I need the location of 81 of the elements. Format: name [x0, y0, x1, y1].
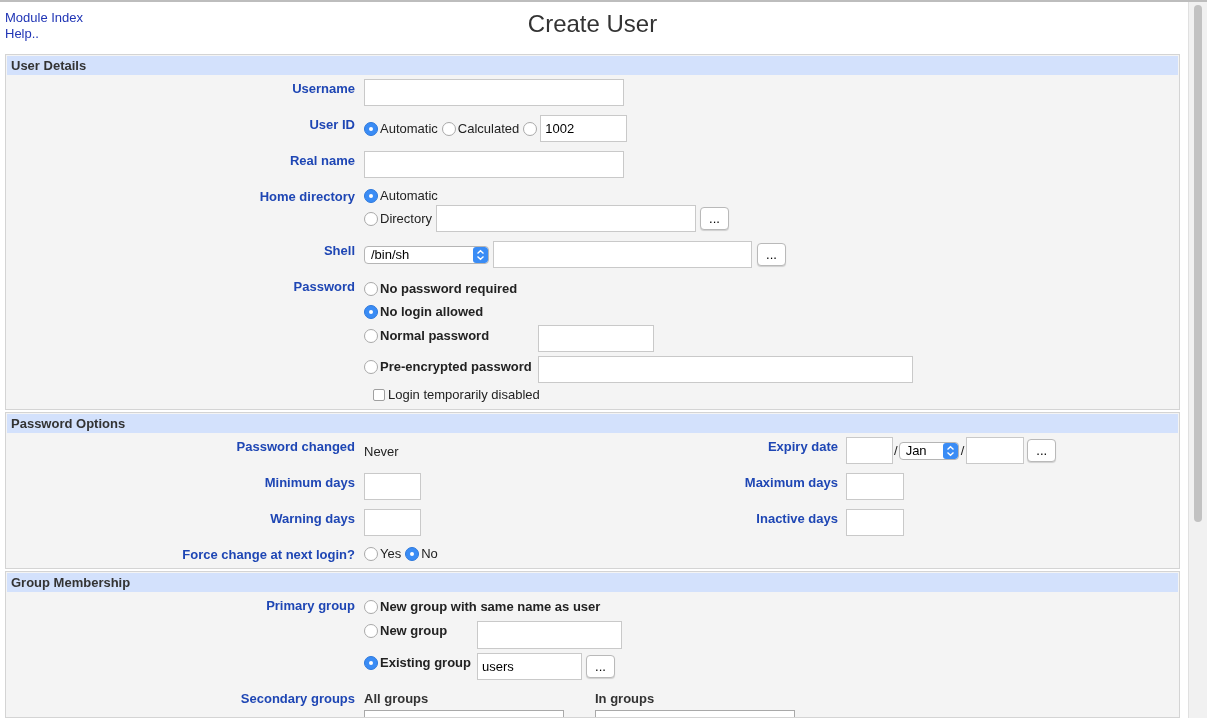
- radio-button[interactable]: [364, 189, 378, 203]
- option-label: Automatic: [380, 188, 438, 204]
- section-header: Group Membership: [7, 573, 1178, 592]
- option-label: New group: [380, 623, 448, 639]
- dropdown-arrows-icon: [942, 442, 958, 459]
- dropdown[interactable]: Jan: [898, 441, 959, 460]
- radio-button[interactable]: [523, 121, 538, 136]
- text-field[interactable]: [364, 509, 421, 536]
- field-label: Password changed: [236, 439, 355, 456]
- option-label: No password required: [380, 280, 518, 297]
- radio-button[interactable]: [364, 329, 378, 343]
- radio-button[interactable]: [364, 600, 378, 614]
- option-label: Calculated: [457, 120, 520, 137]
- list-box[interactable]: [595, 710, 795, 717]
- option-label: No: [421, 546, 438, 562]
- field-label: Username: [292, 81, 355, 97]
- field-label: Shell: [323, 243, 355, 259]
- field-label: Force change at next login?: [182, 547, 355, 563]
- field-label: Expiry date: [767, 439, 838, 456]
- radio-button[interactable]: [364, 121, 378, 136]
- text-field[interactable]: [436, 205, 696, 232]
- text-field[interactable]: 1002: [540, 115, 628, 142]
- text-field[interactable]: [538, 325, 654, 352]
- text-field[interactable]: [364, 79, 624, 106]
- list-title: All groups: [364, 691, 429, 707]
- section-header: Password Options: [7, 414, 1178, 433]
- field-label: Primary group: [266, 598, 355, 614]
- radio-button[interactable]: [364, 281, 378, 296]
- browse-button[interactable]: ...: [700, 207, 729, 230]
- browse-button[interactable]: ...: [586, 655, 615, 678]
- checkbox[interactable]: [373, 389, 385, 401]
- option-label: Yes: [380, 546, 402, 562]
- field-label: Home directory: [259, 189, 355, 205]
- option-label: Directory: [380, 210, 432, 227]
- field-label: Inactive days: [756, 511, 838, 528]
- option-label: Normal password: [380, 328, 490, 344]
- field-label: Maximum days: [744, 475, 838, 492]
- text-field[interactable]: [846, 437, 893, 464]
- browse-button[interactable]: ...: [1027, 439, 1057, 462]
- text-field[interactable]: [477, 621, 622, 649]
- field-label: Minimum days: [264, 475, 355, 492]
- radio-button[interactable]: [364, 211, 378, 226]
- radio-button[interactable]: [364, 360, 378, 374]
- radio-button[interactable]: [364, 624, 378, 638]
- field-label: Real name: [289, 153, 355, 169]
- option-label: Pre-encrypted password: [380, 359, 532, 375]
- section-header: User Details: [7, 56, 1178, 75]
- date-separator: /: [893, 442, 899, 459]
- field-label: Secondary groups: [240, 691, 355, 707]
- text-field[interactable]: [364, 151, 624, 178]
- text-field[interactable]: [846, 509, 904, 536]
- field-value: Never: [364, 443, 399, 460]
- radio-button[interactable]: [364, 656, 378, 670]
- field-label: Password: [293, 279, 355, 295]
- radio-button[interactable]: [405, 547, 420, 561]
- dropdown[interactable]: /bin/sh: [364, 245, 489, 264]
- dropdown-arrows-icon: [473, 246, 488, 263]
- date-separator: /: [959, 442, 966, 459]
- text-field[interactable]: users: [477, 653, 582, 680]
- field-label: Warning days: [270, 511, 355, 528]
- nav-link[interactable]: Help..: [5, 26, 39, 42]
- option-label: Login temporarily disabled: [388, 387, 540, 403]
- option-label: Existing group: [380, 655, 471, 671]
- radio-button[interactable]: [441, 121, 456, 136]
- radio-button[interactable]: [364, 547, 378, 561]
- browse-button[interactable]: ...: [757, 243, 786, 266]
- radio-button[interactable]: [364, 304, 378, 319]
- text-field[interactable]: [846, 473, 904, 500]
- field-label: User ID: [309, 117, 355, 133]
- list-box[interactable]: [364, 710, 564, 717]
- page-title: Create User: [527, 10, 658, 38]
- option-label: Automatic: [380, 120, 438, 137]
- scrollbar-thumb[interactable]: [1194, 5, 1202, 522]
- text-field[interactable]: [966, 437, 1025, 464]
- option-label: No login allowed: [380, 303, 484, 320]
- text-field[interactable]: [493, 241, 752, 268]
- text-field[interactable]: [538, 356, 913, 383]
- list-title: In groups: [595, 691, 655, 707]
- nav-link[interactable]: Module Index: [5, 10, 84, 26]
- text-field[interactable]: [364, 473, 421, 500]
- option-label: New group with same name as user: [380, 599, 601, 615]
